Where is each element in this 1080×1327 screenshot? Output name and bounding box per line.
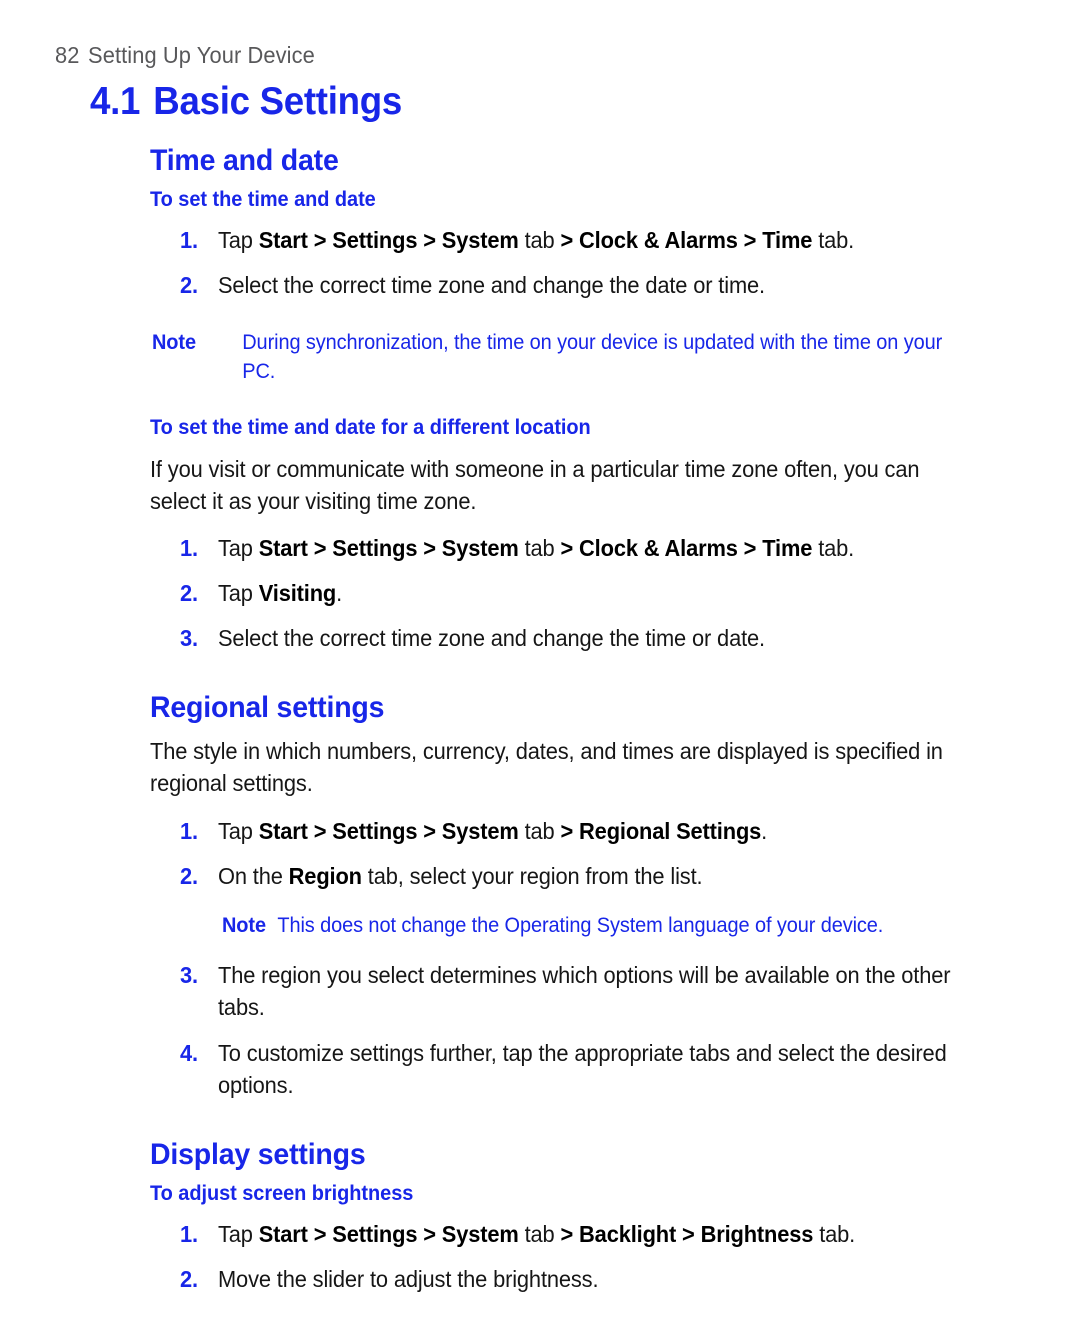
subheading-to-set-the-time-and-date: To set the time and date: [150, 188, 376, 212]
step-marker: 2.: [180, 1265, 198, 1292]
step-marker: 1.: [180, 534, 198, 561]
step-item: 2. Tap Visiting.: [180, 577, 978, 609]
step-marker: 1.: [180, 226, 198, 253]
step-item: 2. Move the slider to adjust the brightne…: [180, 1263, 978, 1295]
step-marker: 3.: [180, 624, 198, 651]
step-marker: 2.: [180, 579, 198, 606]
step-marker: 4.: [180, 1039, 198, 1066]
steps-adjust-brightness: 1. Tap Start > Settings > System tab > Ba…: [150, 1218, 1020, 1295]
paragraph-visiting-time-zone: If you visit or communicate with someone…: [150, 456, 920, 515]
step-text: Select the correct time zone and change …: [218, 271, 765, 298]
running-header-title: Setting Up Your Device: [88, 42, 315, 68]
note-text: This does not change the Operating Syste…: [277, 914, 884, 938]
step-marker: 2.: [180, 271, 198, 298]
chapter-title-text: Basic Settings: [153, 80, 402, 123]
step-text: Tap Start > Settings > System tab > Cloc…: [218, 534, 855, 561]
step-text: Tap Start > Settings > System tab > Regi…: [218, 817, 768, 844]
step-text: Tap Visiting.: [218, 579, 343, 606]
manual-page: 82 Setting Up Your Device 4.1 Basic Settin…: [0, 0, 1080, 1327]
step-item: 2. Select the correct time zone and chang…: [180, 269, 978, 301]
step-item: 1. Tap Start > Settings > System tab > Re…: [180, 815, 978, 847]
step-text: To customize settings further, tap the a…: [218, 1039, 947, 1098]
subheading-different-location: To set the time and date for a different…: [150, 415, 591, 439]
step-text: Select the correct time zone and change …: [218, 624, 765, 651]
step-item: 3. The region you select determines which…: [180, 959, 978, 1023]
chapter-number: 4.1: [90, 80, 141, 123]
section-heading-time-and-date: Time and date: [150, 144, 339, 177]
steps-different-location: 1. Tap Start > Settings > System tab > Cl…: [150, 532, 1020, 655]
section-heading-regional-settings: Regional settings: [150, 691, 385, 725]
paragraph-regional-settings-intro: The style in which numbers, currency, da…: [150, 737, 943, 796]
note-os-language: Note This does not change the Operating S…: [222, 912, 980, 941]
page-number: 82: [55, 42, 80, 68]
steps-regional-settings-second: 3. The region you select determines which…: [150, 959, 1020, 1101]
step-item: 1. Tap Start > Settings > System tab > Cl…: [180, 224, 978, 256]
step-item: 2. On the Region tab, select your region …: [180, 860, 978, 892]
step-item: 3. Select the correct time zone and chang…: [180, 622, 978, 654]
steps-set-time-and-date: 1. Tap Start > Settings > System tab > Cl…: [150, 224, 1020, 301]
section-heading-display-settings: Display settings: [150, 1138, 366, 1171]
step-item: 4. To customize settings further, tap the…: [180, 1037, 978, 1101]
note-text: During synchronization, the time on your…: [242, 331, 943, 383]
step-text: The region you select determines which o…: [218, 962, 951, 1021]
step-text: On the Region tab, select your region fr…: [218, 863, 703, 890]
step-text: Tap Start > Settings > System tab > Cloc…: [218, 226, 855, 253]
page-content: Time and date To set the time and date 1…: [150, 144, 1020, 1295]
step-marker: 1.: [180, 817, 198, 844]
chapter-title: 4.1 Basic Settings: [90, 80, 402, 124]
steps-regional-settings-first: 1. Tap Start > Settings > System tab > Re…: [150, 815, 1020, 892]
running-header: 82 Setting Up Your Device: [55, 42, 315, 69]
subheading-adjust-screen-brightness: To adjust screen brightness: [150, 1182, 414, 1206]
note-label: Note: [152, 331, 196, 355]
step-marker: 1.: [180, 1220, 198, 1247]
step-text: Move the slider to adjust the brightness…: [218, 1265, 599, 1292]
note-label: Note: [222, 914, 266, 938]
note-sync-time: Note During synchronization, the time on …: [152, 329, 977, 387]
step-marker: 2.: [180, 863, 198, 890]
step-text: Tap Start > Settings > System tab > Back…: [218, 1220, 856, 1247]
step-item: 1. Tap Start > Settings > System tab > Cl…: [180, 532, 978, 564]
step-marker: 3.: [180, 962, 198, 989]
step-item: 1. Tap Start > Settings > System tab > Ba…: [180, 1218, 978, 1250]
